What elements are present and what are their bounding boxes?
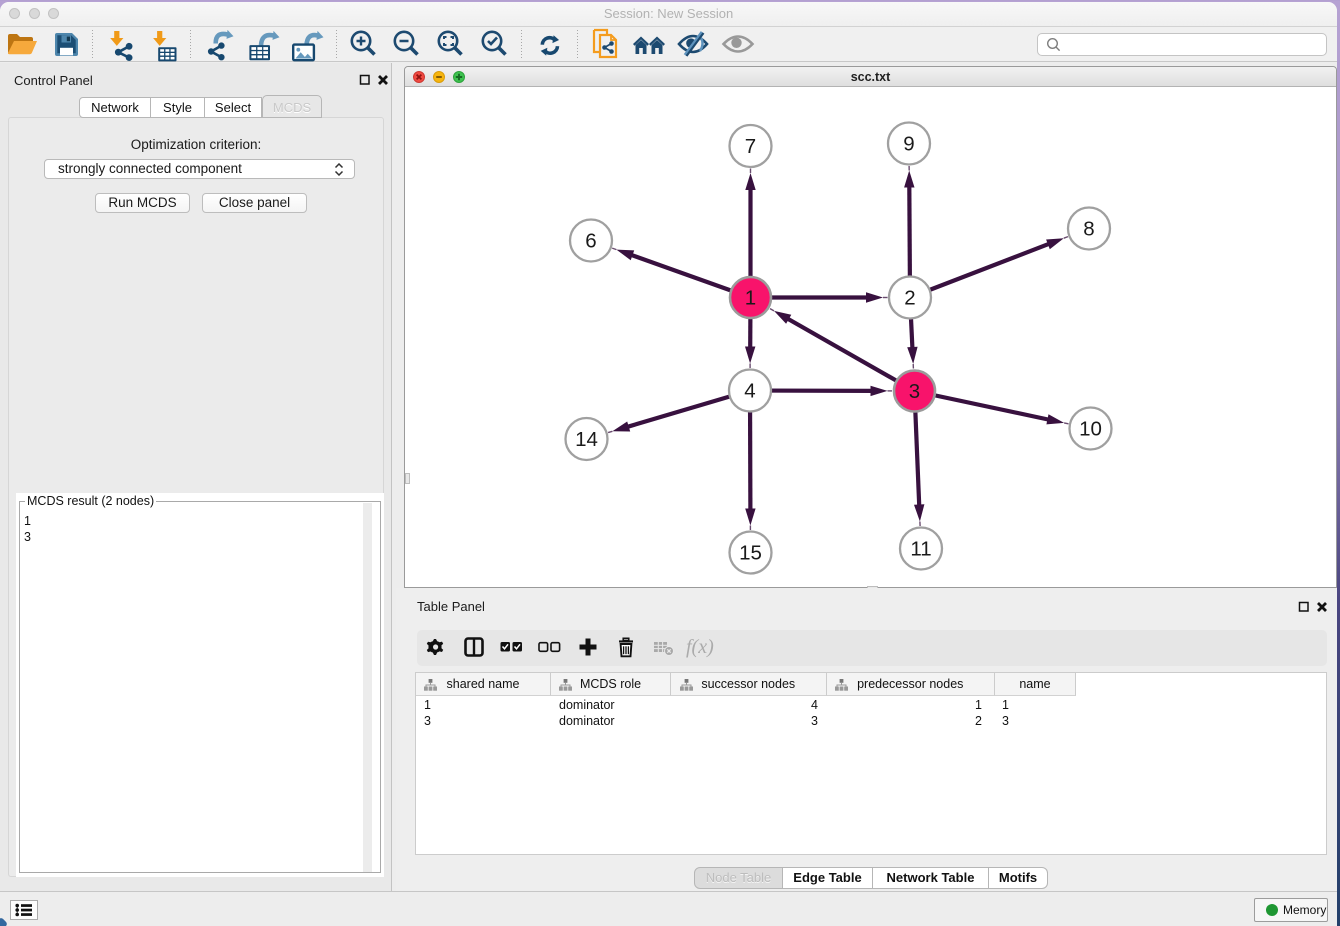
svg-text:15: 15 xyxy=(739,542,762,565)
svg-text:6: 6 xyxy=(585,230,596,253)
svg-text:11: 11 xyxy=(910,538,931,561)
svg-text:4: 4 xyxy=(744,380,755,403)
svg-text:3: 3 xyxy=(909,380,920,403)
svg-text:9: 9 xyxy=(903,133,914,156)
svg-text:2: 2 xyxy=(904,287,915,310)
svg-text:1: 1 xyxy=(745,287,756,310)
svg-text:10: 10 xyxy=(1079,418,1102,441)
svg-text:7: 7 xyxy=(745,135,756,158)
svg-text:8: 8 xyxy=(1083,218,1094,241)
svg-text:14: 14 xyxy=(575,428,598,451)
